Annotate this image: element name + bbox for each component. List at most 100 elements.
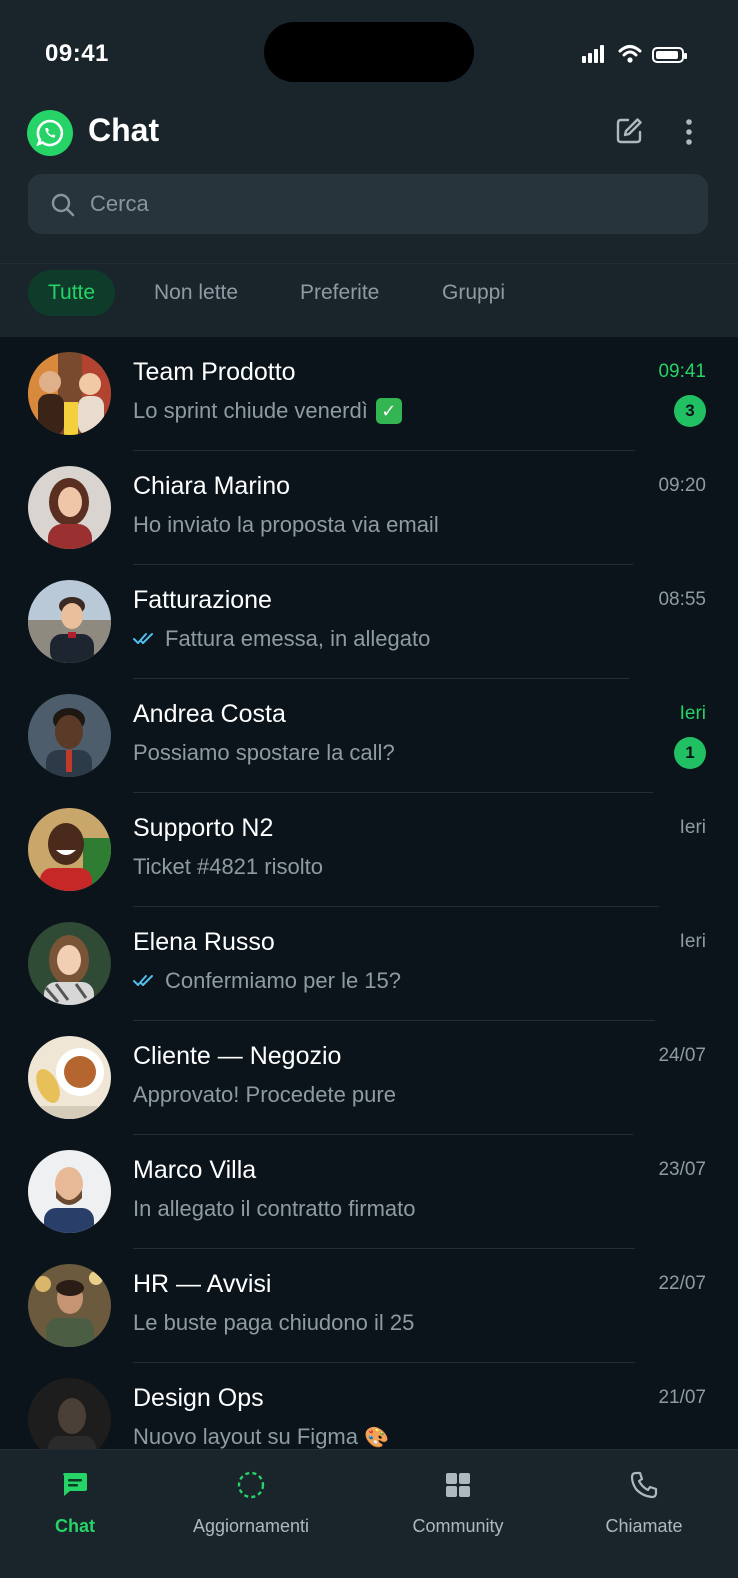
avatar [28, 1150, 111, 1233]
tab-community[interactable]: Community [383, 1468, 533, 1537]
avatar [28, 466, 111, 549]
bottom-tab-bar: Chat Aggiornamenti Community Chiamate [0, 1449, 738, 1578]
chat-preview: Approvato! Procedete pure [133, 1082, 396, 1108]
wifi-icon [618, 45, 642, 63]
chat-time: 09:20 [658, 475, 706, 496]
divider [0, 263, 738, 264]
chat-preview: In allegato il contratto firmato [133, 1196, 415, 1222]
search-bar[interactable] [28, 174, 708, 234]
avatar [28, 922, 111, 1005]
page-title: Chat [88, 112, 160, 148]
chat-row[interactable]: Supporto N2 Ticket #4821 risolto Ieri [0, 793, 738, 907]
chat-name: Marco Villa [133, 1156, 257, 1184]
unread-badge: 1 [674, 737, 706, 769]
chat-icon [63, 1473, 87, 1496]
compose-icon [616, 118, 642, 144]
chat-preview-text: Lo sprint chiude venerdì [133, 398, 368, 423]
chat-time: Ieri [679, 703, 706, 724]
new-chat-button[interactable] [612, 114, 646, 148]
chat-row[interactable]: Design Ops Nuovo layout su Figma 🎨 21/07 [0, 1363, 738, 1449]
search-input[interactable] [90, 174, 690, 234]
chat-preview: Lo sprint chiude venerdì ✓ [133, 398, 402, 424]
chat-preview: Le buste paga chiudono il 25 [133, 1310, 414, 1336]
chat-preview: Confermiamo per le 15? [133, 968, 401, 994]
avatar [28, 352, 111, 435]
chat-row[interactable]: Team Prodotto Lo sprint chiude venerdì ✓… [0, 337, 738, 451]
chat-preview: Fattura emessa, in allegato [133, 626, 430, 652]
avatar [28, 694, 111, 777]
chat-time: Ieri [679, 931, 706, 952]
chat-time: 24/07 [658, 1045, 706, 1066]
filter-chips: Tutte Non lette Preferite Gruppi [0, 270, 738, 320]
filter-groups[interactable]: Gruppi [422, 270, 525, 316]
read-receipt-icon [133, 632, 157, 646]
filter-favorites[interactable]: Preferite [280, 270, 399, 316]
avatar [28, 1378, 111, 1449]
chat-preview-text: Nuovo layout su Figma [133, 1424, 358, 1449]
status-bar: 09:41 [0, 0, 738, 100]
chat-row[interactable]: Fatturazione Fattura emessa, in allegato… [0, 565, 738, 679]
filter-all[interactable]: Tutte [28, 270, 116, 316]
avatar [28, 1264, 111, 1347]
app-header: Chat [0, 100, 738, 170]
tab-label: Aggiornamenti [192, 1516, 310, 1536]
chat-preview: Nuovo layout su Figma 🎨 [133, 1424, 389, 1449]
chat-name: Elena Russo [133, 928, 275, 956]
battery-icon [652, 47, 687, 63]
chat-name: Chiara Marino [133, 472, 291, 500]
tab-label: Chiamate [605, 1516, 683, 1536]
avatar [28, 580, 111, 663]
chat-preview-text: Possiamo spostare la call? [133, 740, 395, 765]
chat-time: 21/07 [658, 1387, 706, 1408]
chat-name: Supporto N2 [133, 814, 274, 842]
search-icon [51, 193, 75, 217]
phone-icon [630, 1471, 658, 1499]
chat-time: Ieri [679, 817, 706, 838]
filter-unread[interactable]: Non lette [134, 270, 258, 316]
whatsapp-logo-icon [27, 110, 73, 156]
read-receipt-icon [133, 974, 157, 988]
chat-time: 08:55 [658, 589, 706, 610]
more-vertical-icon [686, 119, 692, 145]
chat-time: 22/07 [658, 1273, 706, 1294]
chat-list: Team Prodotto Lo sprint chiude venerdì ✓… [0, 337, 738, 1449]
chat-preview: Ticket #4821 risolto [133, 854, 323, 880]
chat-row[interactable]: Andrea Costa Possiamo spostare la call? … [0, 679, 738, 793]
chat-preview-text: Confermiamo per le 15? [165, 968, 402, 993]
tab-label: Community [412, 1516, 504, 1536]
status-time: 09:41 [45, 40, 109, 67]
chat-row[interactable]: Elena Russo Confermiamo per le 15? Ieri [0, 907, 738, 1021]
community-icon [446, 1473, 470, 1497]
chat-preview: Ho inviato la proposta via email [133, 512, 439, 538]
chat-name: HR — Avvisi [133, 1270, 272, 1298]
chat-time: 09:41 [658, 361, 706, 382]
chat-row[interactable]: Chiara Marino Ho inviato la proposta via… [0, 451, 738, 565]
chat-preview-text: Ticket #4821 risolto [133, 854, 323, 879]
chat-name: Design Ops [133, 1384, 264, 1412]
chat-row[interactable]: Cliente — Negozio Approvato! Procedete p… [0, 1021, 738, 1135]
tab-calls[interactable]: Chiamate [569, 1468, 719, 1537]
tab-label: Chat [55, 1516, 95, 1536]
palette-emoji-icon: 🎨 [364, 1426, 389, 1449]
status-icons [582, 44, 692, 68]
chat-preview-text: Approvato! Procedete pure [133, 1082, 396, 1107]
avatar [28, 1036, 111, 1119]
chat-name: Cliente — Negozio [133, 1042, 342, 1070]
chat-preview: Possiamo spostare la call? [133, 740, 395, 766]
status-icon [237, 1471, 265, 1499]
chat-name: Andrea Costa [133, 700, 286, 728]
chat-time: 23/07 [658, 1159, 706, 1180]
dynamic-island [264, 22, 474, 82]
chat-name: Team Prodotto [133, 358, 296, 386]
chat-name: Fatturazione [133, 586, 272, 614]
unread-badge: 3 [674, 395, 706, 427]
chat-preview-text: In allegato il contratto firmato [133, 1196, 416, 1221]
tab-chat[interactable]: Chat [0, 1468, 150, 1537]
chat-row[interactable]: HR — Avvisi Le buste paga chiudono il 25… [0, 1249, 738, 1363]
chat-preview-text: Ho inviato la proposta via email [133, 512, 439, 537]
tab-updates[interactable]: Aggiornamenti [176, 1468, 326, 1537]
chat-preview-text: Fattura emessa, in allegato [165, 626, 431, 651]
avatar [28, 808, 111, 891]
more-options-button[interactable] [672, 114, 706, 148]
chat-row[interactable]: Marco Villa In allegato il contratto fir… [0, 1135, 738, 1249]
